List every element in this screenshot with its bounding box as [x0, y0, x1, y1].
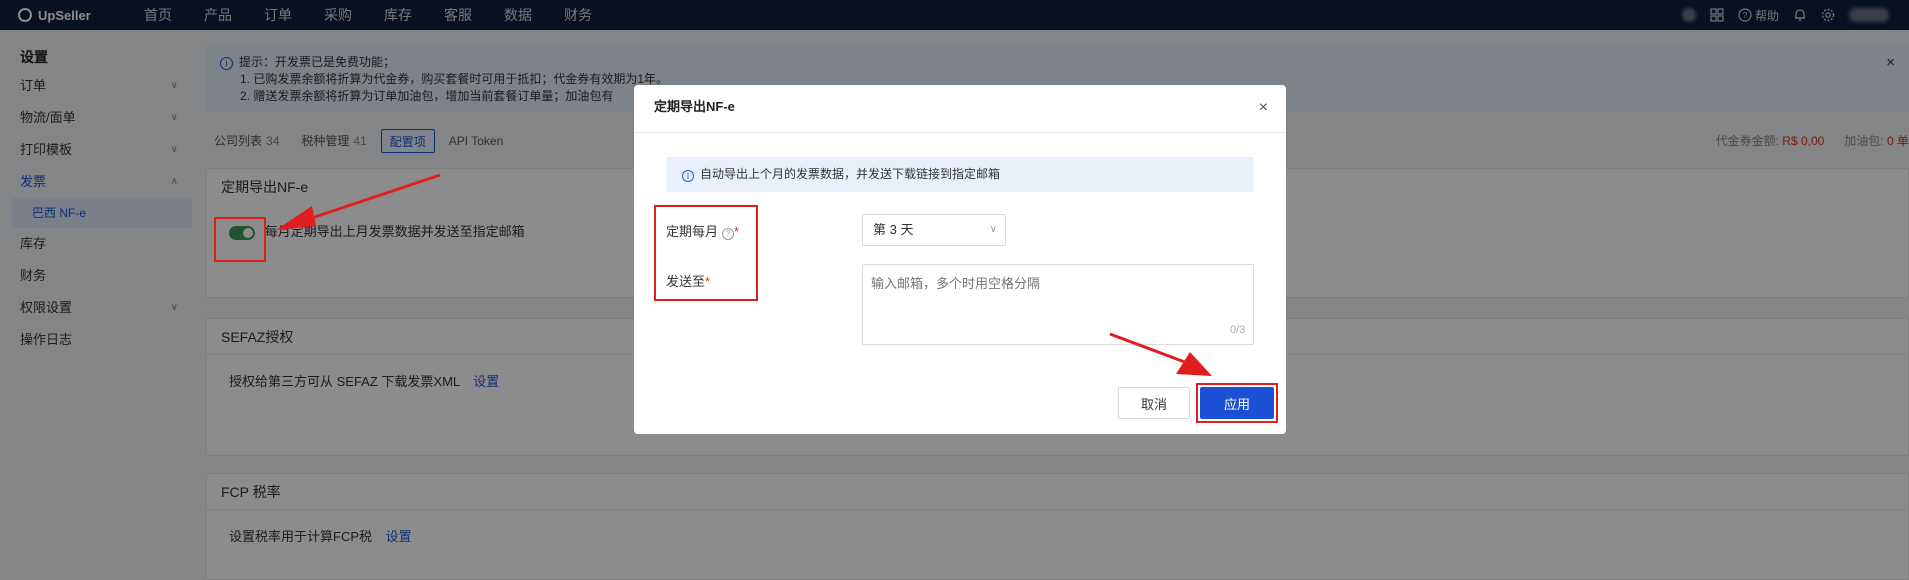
nfe-export-dialog: 定期导出NF-e × i 自动导出上个月的发票数据，并发送下载链接到指定邮箱 定期…	[634, 85, 1286, 434]
email-count: 0/3	[1230, 324, 1246, 336]
annotation-box-form-labels	[654, 205, 758, 301]
email-textarea[interactable]	[862, 264, 1254, 345]
monthly-day-select[interactable]: 第 3 天 ∨	[862, 214, 1006, 246]
dialog-title: 定期导出NF-e	[634, 85, 1286, 133]
annotation-box-toggle	[214, 217, 266, 262]
annotation-box-apply-button	[1196, 383, 1278, 423]
close-icon[interactable]: ×	[1259, 99, 1268, 117]
dialog-tip: i 自动导出上个月的发票数据，并发送下载链接到指定邮箱	[666, 157, 1254, 192]
cancel-button[interactable]: 取消	[1118, 387, 1190, 419]
info-icon: i	[682, 170, 694, 182]
chevron-down-icon: ∨	[989, 224, 997, 235]
